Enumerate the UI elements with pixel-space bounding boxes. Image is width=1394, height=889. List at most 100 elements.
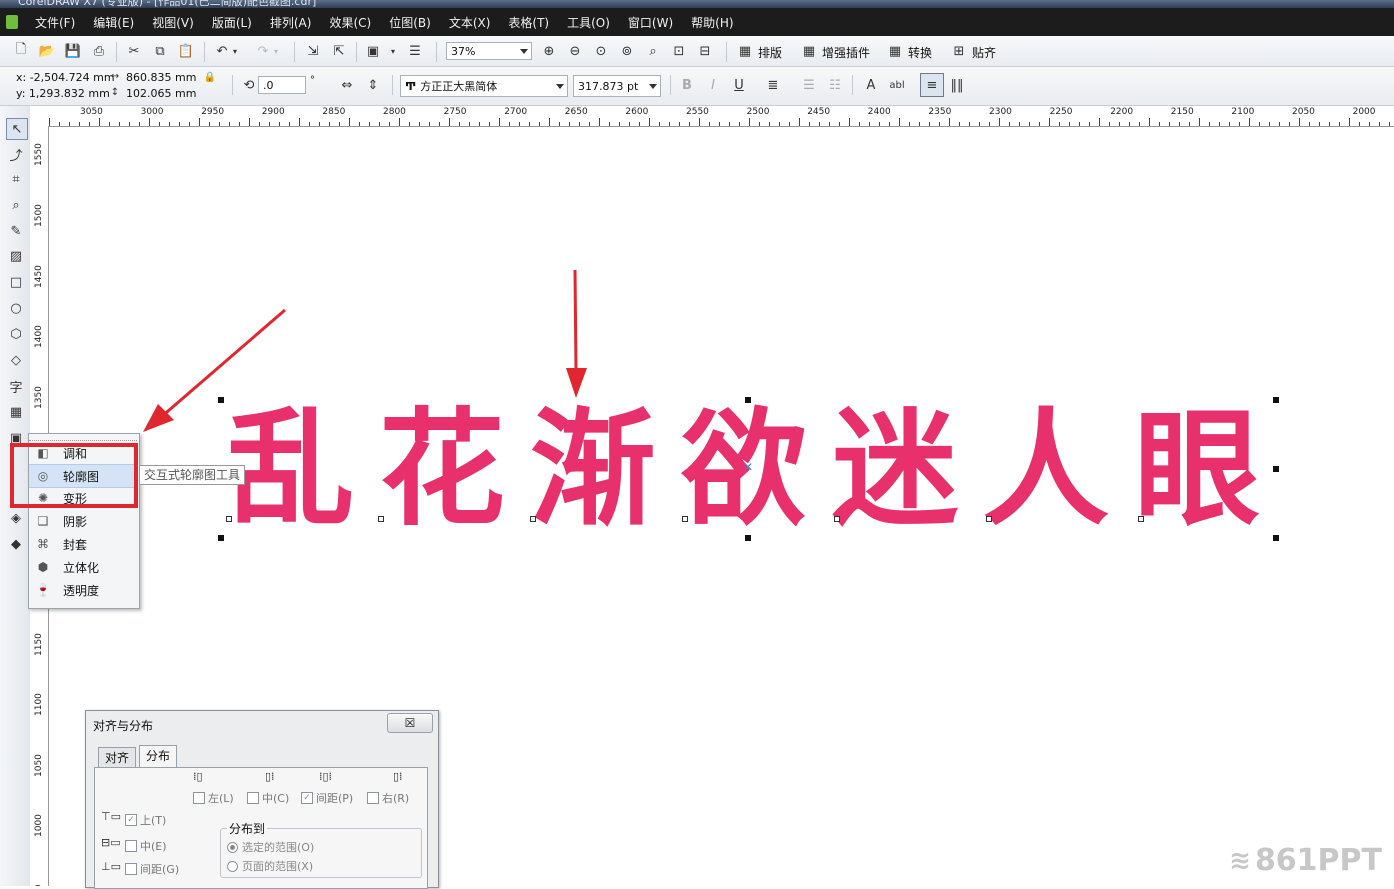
horizontal-text-icon[interactable]: ≡ [920,73,944,97]
enhance-plugin-icon[interactable]: ▦ [800,42,818,60]
ellipse-tool-icon[interactable]: ○ [6,298,26,318]
plugin-layout-label[interactable]: 排版 [758,44,782,61]
lock-ratio-icon[interactable]: 🔒 [203,70,217,84]
crop-tool-icon[interactable]: ⌗ [6,169,26,189]
node-handle[interactable] [1138,516,1144,522]
bullet-list-icon[interactable]: ☰ [800,76,818,94]
print-icon[interactable]: ⎙ [90,42,108,60]
italic-icon[interactable]: I [704,76,722,94]
selection-handle-bl[interactable] [218,535,224,541]
dialog-close-button[interactable]: ☒ [387,713,433,733]
zoom-tool-icon[interactable]: ⌕ [6,195,26,215]
text-align-icon[interactable]: ≣ [764,76,782,94]
text-properties-icon[interactable]: A [862,76,880,94]
save-icon[interactable]: 💾 [64,42,82,60]
check-center[interactable]: 中(C) [247,790,289,806]
flyout-grip[interactable] [29,434,137,441]
canvas-artistic-text[interactable]: 乱花渐欲迷人眼 [228,400,1285,540]
selection-handle-tl[interactable] [218,397,224,403]
plugin-convert-label[interactable]: 转换 [908,44,932,61]
menu-text[interactable]: 文本(X) [440,14,500,31]
selection-handle-r[interactable] [1273,466,1279,472]
radio-selection-extent[interactable]: 选定的范围(O) [227,839,314,855]
menu-effects[interactable]: 效果(C) [320,14,380,31]
text-tool-icon[interactable]: 字 [6,376,26,396]
check-spacing[interactable]: ✓ 间距(P) [301,790,353,806]
menu-table[interactable]: 表格(T) [499,14,558,31]
menu-file[interactable]: 文件(F) [26,14,84,31]
tab-align[interactable]: 对齐 [98,747,137,768]
font-size-select[interactable]: 317.873 pt [573,75,661,97]
flyout-item-extrude[interactable]: ⬢ 立体化 [29,556,137,578]
node-handle[interactable] [378,516,384,522]
node-handle[interactable] [682,516,688,522]
zoom-in-icon[interactable]: ⊕ [540,42,558,60]
mirror-vertical-icon[interactable]: ⇕ [364,76,382,94]
check-top[interactable]: ✓ 上(T) [125,812,166,828]
menu-tools[interactable]: 工具(O) [558,14,619,31]
selection-handle-br[interactable] [1273,535,1279,541]
node-handle[interactable] [986,516,992,522]
flyout-item-shadow[interactable]: ❑ 阴影 [29,510,137,532]
x-position-field[interactable]: x: -2,504.724 mm [16,71,115,84]
publish-dropdown-icon[interactable]: ▾ [388,42,398,60]
polygon-tool-icon[interactable]: ⬡ [6,324,26,344]
object-width-field[interactable]: 860.835 mm [126,71,196,84]
undo-icon[interactable]: ↶ [213,42,231,60]
plugin-enhance-label[interactable]: 增强插件 [822,44,870,61]
zoom-out-icon[interactable]: ⊖ [566,42,584,60]
bold-icon[interactable]: B [678,76,696,94]
new-document-icon[interactable]: 🗋 [12,42,30,60]
tab-distribute[interactable]: 分布 [139,745,178,768]
node-handle[interactable] [226,516,232,522]
selection-handle-bc[interactable] [745,535,751,541]
zoom-width-icon[interactable]: ⊡ [670,42,688,60]
menu-window[interactable]: 窗口(W) [619,14,682,31]
open-icon[interactable]: 📂 [38,42,56,60]
interactive-fill-icon[interactable]: ◆ [6,534,26,554]
convert-plugin-icon[interactable]: ▦ [886,42,904,60]
snap-icon[interactable]: ⊞ [950,42,968,60]
plugin-snap-label[interactable]: 贴齐 [972,44,996,61]
basic-shapes-icon[interactable]: ◇ [6,350,26,370]
zoom-level-select[interactable]: 37% [446,42,532,60]
flyout-item-envelope[interactable]: ⌘ 封套 [29,533,137,555]
app-launcher-icon[interactable]: ☰ [406,42,424,60]
copy-icon[interactable]: ⧉ [151,42,169,60]
shape-tool-icon[interactable]: ⤴ [6,144,26,164]
menu-edit[interactable]: 编辑(E) [84,14,143,31]
y-position-field[interactable]: y: 1,293.832 mm [16,87,110,100]
horizontal-ruler[interactable]: 3050 3000 2950 2900 2850 2800 2750 2700 2650 2600… [30,106,1394,127]
selection-handle-tc[interactable] [745,397,751,403]
check-left[interactable]: 左(L) [193,790,234,806]
zoom-height-icon[interactable]: ⊟ [696,42,714,60]
menu-help[interactable]: 帮助(H) [682,14,742,31]
radio-page-extent[interactable]: 页面的范围(X) [227,858,313,874]
paste-icon[interactable]: 📋 [177,42,195,60]
menu-view[interactable]: 视图(V) [143,14,203,31]
font-family-select[interactable]: Ͳ 方正正大黑简体 [400,75,568,97]
import-icon[interactable]: ⇲ [304,42,322,60]
rotation-angle-field[interactable]: .0 [258,76,306,94]
rectangle-tool-icon[interactable]: □ [6,272,26,292]
menu-arrange[interactable]: 排列(A) [261,14,321,31]
underline-icon[interactable]: U [730,76,748,94]
edit-text-icon[interactable]: abl [888,76,906,94]
selection-handle-tr[interactable] [1273,397,1279,403]
object-height-field[interactable]: 102.065 mm [126,87,196,100]
zoom-page-icon[interactable]: ⌕ [644,42,662,60]
check-vspacing[interactable]: 间距(G) [125,861,179,877]
mirror-horizontal-icon[interactable]: ⇔ [338,76,356,94]
menu-bitmaps[interactable]: 位图(B) [380,14,440,31]
drop-cap-icon[interactable]: ☷ [826,76,844,94]
pick-tool-icon[interactable]: ↖ [6,118,28,140]
node-handle[interactable] [530,516,536,522]
node-handle[interactable] [834,516,840,522]
cut-icon[interactable]: ✂ [125,42,143,60]
smart-fill-icon[interactable]: ▨ [6,246,26,266]
publish-pdf-icon[interactable]: ▣ [364,42,382,60]
undo-dropdown-icon[interactable]: ▾ [230,42,240,60]
fill-tool-icon[interactable]: ◈ [6,508,26,528]
redo-dropdown-icon[interactable]: ▾ [271,42,281,60]
table-tool-icon[interactable]: ▦ [6,402,26,422]
